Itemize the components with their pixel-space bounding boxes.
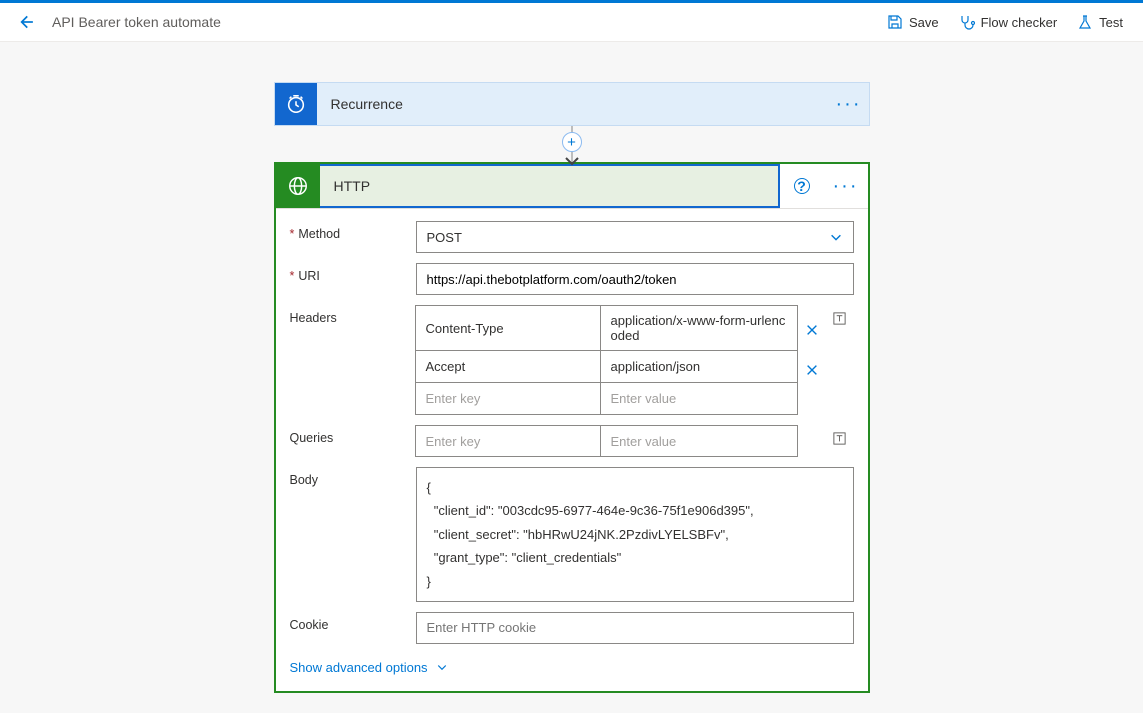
text-mode-icon (832, 431, 847, 446)
close-icon (805, 323, 819, 337)
uri-input[interactable] (416, 263, 854, 295)
method-label: Method (290, 221, 416, 241)
header-value[interactable]: application/x-www-form-urlencoded (601, 305, 798, 351)
close-icon (805, 363, 819, 377)
http-card: HTTP ? ··· Method POST URI (274, 162, 870, 693)
card-menu-button[interactable]: ··· (829, 83, 869, 125)
recurrence-card[interactable]: Recurrence ··· (274, 82, 870, 126)
switch-mode-button[interactable] (826, 305, 854, 354)
recurrence-title: Recurrence (317, 96, 829, 112)
cookie-label: Cookie (290, 612, 416, 632)
add-step-button[interactable]: + (562, 132, 582, 152)
uri-label: URI (290, 263, 416, 283)
remove-header-button[interactable] (798, 354, 826, 386)
ellipsis-icon: ··· (833, 175, 859, 198)
text-mode-icon (832, 311, 847, 326)
chevron-down-icon (829, 230, 843, 244)
flow-checker-button[interactable]: Flow checker (951, 8, 1066, 36)
ellipsis-icon: ··· (836, 93, 862, 116)
header-key[interactable]: Content-Type (415, 305, 601, 351)
remove-header-button[interactable] (798, 305, 826, 354)
cookie-input[interactable] (416, 612, 854, 644)
test-button[interactable]: Test (1069, 8, 1131, 36)
back-arrow-icon[interactable] (12, 9, 38, 35)
query-key-input[interactable]: Enter key (415, 425, 601, 457)
header-key-input[interactable]: Enter key (415, 383, 601, 415)
save-button[interactable]: Save (879, 8, 947, 36)
method-value: POST (427, 230, 462, 245)
globe-icon (276, 164, 320, 208)
flow-title: API Bearer token automate (52, 14, 221, 30)
queries-label: Queries (290, 425, 415, 445)
http-title: HTTP (320, 178, 778, 194)
flask-icon (1077, 14, 1093, 30)
connector: + (274, 126, 870, 162)
arrow-down-icon (564, 156, 580, 166)
query-value-input[interactable]: Enter value (601, 425, 798, 457)
clock-icon (275, 83, 317, 125)
headers-label: Headers (290, 305, 415, 325)
headers-table: Content-Type application/x-www-form-urle… (415, 305, 798, 415)
card-menu-button[interactable]: ··· (824, 164, 868, 208)
header-value[interactable]: application/json (601, 351, 798, 383)
header-key[interactable]: Accept (415, 351, 601, 383)
help-button[interactable]: ? (780, 164, 824, 208)
top-toolbar: API Bearer token automate Save Flow chec… (0, 0, 1143, 42)
method-select[interactable]: POST (416, 221, 854, 253)
chevron-down-icon (436, 661, 448, 673)
stethoscope-icon (959, 14, 975, 30)
show-advanced-options-link[interactable]: Show advanced options (290, 660, 448, 675)
switch-mode-button[interactable] (826, 425, 854, 457)
queries-table: Enter key Enter value (415, 425, 798, 457)
flow-canvas: Recurrence ··· + HTTP ? ··· Method (0, 42, 1143, 713)
save-icon (887, 14, 903, 30)
body-textarea[interactable]: { "client_id": "003cdc95-6977-464e-9c36-… (416, 467, 854, 602)
body-label: Body (290, 467, 416, 487)
help-icon: ? (794, 178, 810, 194)
header-value-input[interactable]: Enter value (601, 383, 798, 415)
http-card-header[interactable]: HTTP (276, 164, 780, 208)
